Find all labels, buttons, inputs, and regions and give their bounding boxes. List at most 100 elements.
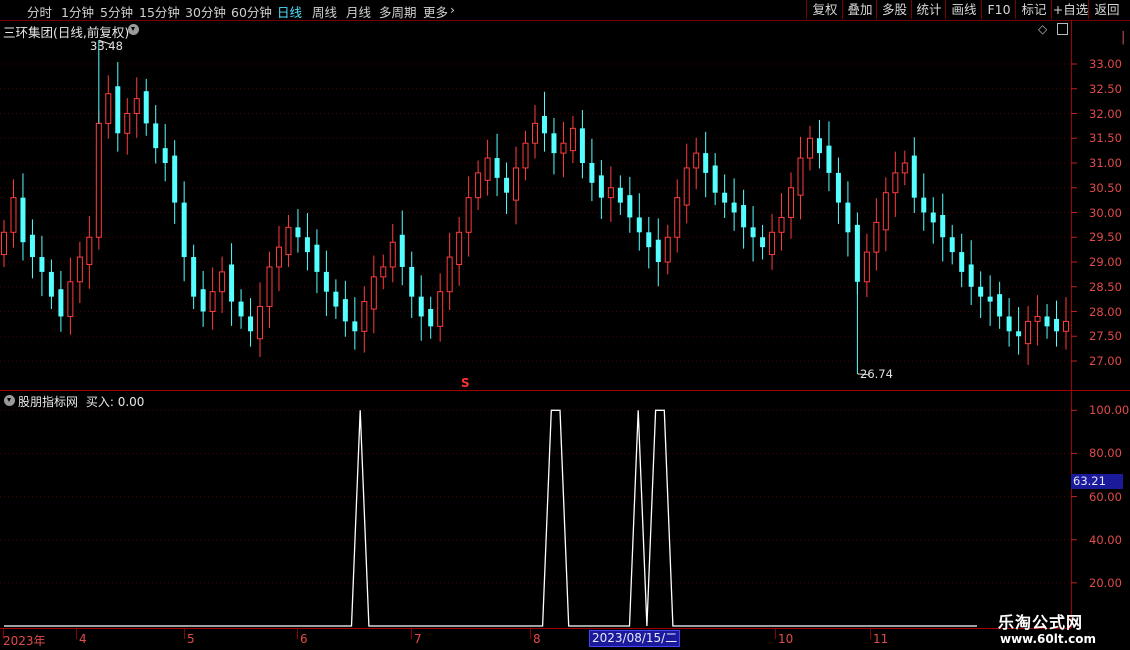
candle-body: [1054, 318, 1060, 332]
candle-body: [816, 138, 822, 154]
candle-body: [219, 271, 226, 293]
x-axis-separator: [530, 629, 531, 639]
x-axis-label: 2023年: [3, 634, 46, 648]
price-tick-label: 31.50: [1089, 131, 1122, 146]
candle-body: [209, 291, 216, 313]
candle-body: [806, 137, 813, 159]
candle-body: [655, 239, 661, 262]
candle-body: [760, 237, 766, 248]
candle-body: [788, 187, 795, 218]
candle-body: [275, 246, 282, 268]
indicator-tick-label: 60.00: [1089, 489, 1122, 504]
candle-body: [636, 217, 642, 233]
buy-signal-line: [4, 409, 977, 627]
candle-body: [484, 157, 491, 181]
candle-body: [835, 172, 841, 203]
price-tick-label: 28.50: [1089, 279, 1122, 294]
price-tick-label: 33.00: [1089, 57, 1122, 71]
candle-body: [418, 296, 424, 317]
candle-body: [162, 148, 168, 163]
candle-body: [959, 252, 965, 272]
candle-body: [124, 113, 131, 134]
candle-body: [646, 232, 652, 248]
candle-body: [863, 251, 870, 283]
candle-body: [153, 123, 159, 149]
candle-body: [342, 299, 348, 322]
indicator-tick-label: 40.00: [1089, 532, 1122, 547]
price-tick-label: 27.50: [1089, 329, 1122, 344]
indicator-tick-label: 80.00: [1089, 446, 1122, 461]
price-tick-label: 27.00: [1089, 354, 1122, 368]
chevron-down-icon[interactable]: [4, 395, 15, 406]
candle-body: [892, 172, 899, 194]
chart-canvas[interactable]: [0, 0, 1130, 650]
candle-body: [352, 321, 358, 332]
candle-body: [115, 86, 121, 134]
candle-body: [674, 197, 681, 238]
candle-body: [826, 145, 832, 173]
candle-body: [39, 257, 45, 272]
x-axis-label: 11: [873, 632, 889, 646]
price-tick-label: 28.00: [1089, 304, 1122, 319]
candle-body: [703, 153, 709, 173]
candle-body: [722, 192, 728, 203]
cursor-date-label: 2023/08/15/二: [589, 630, 681, 647]
candle-body: [465, 197, 472, 233]
candle-body: [882, 192, 889, 231]
candle-body: [664, 236, 671, 263]
candle-body: [513, 167, 520, 201]
x-axis-label: 10: [778, 632, 794, 646]
low-price-label: 26.74: [860, 367, 893, 381]
candle-body: [997, 294, 1003, 317]
candle-body: [940, 214, 946, 238]
indicator-buy-value: 买入: 0.00: [85, 395, 145, 409]
candle-body: [10, 197, 17, 233]
high-price-label: 33.48: [90, 39, 123, 53]
candle-body: [428, 309, 434, 327]
indicator-title: 股朋指标网 买入: 0.00: [18, 393, 144, 410]
candle-body: [532, 122, 538, 144]
candle-body: [133, 98, 140, 115]
candle-body: [797, 157, 804, 196]
candle-body: [693, 152, 700, 169]
candle-body: [58, 289, 64, 317]
candle-body: [551, 133, 557, 154]
candle-body: [541, 115, 547, 134]
candle-body: [105, 93, 112, 124]
candle-body: [437, 291, 444, 327]
candle-body: [978, 286, 984, 297]
watermark-title: 乐淘公式网: [998, 613, 1084, 632]
x-axis-label: 4: [79, 632, 87, 646]
x-axis-separator: [411, 629, 412, 639]
candle-body: [1034, 315, 1041, 322]
x-axis-separator: [76, 629, 77, 639]
candle-body: [683, 167, 690, 206]
indicator-name: 股朋指标网: [18, 395, 79, 409]
candle-body: [854, 224, 860, 282]
candle-body: [238, 301, 244, 317]
candle-body: [475, 172, 482, 199]
candle-body: [778, 216, 785, 233]
candle-body: [181, 202, 187, 258]
candle-body: [409, 266, 415, 297]
price-tick-label: 30.50: [1089, 180, 1122, 195]
indicator-current-value: 63.21: [1071, 474, 1123, 489]
candle-body: [248, 316, 254, 332]
candle-body: [589, 163, 595, 183]
x-axis-label: 6: [300, 632, 308, 646]
candle-body: [266, 266, 273, 308]
sell-signal-mark: S: [461, 376, 470, 390]
candle-body: [522, 142, 529, 169]
candle-body: [67, 281, 74, 317]
candle-body: [769, 231, 776, 256]
candle-body: [1063, 320, 1069, 332]
candle-body: [560, 142, 567, 154]
candle-body: [191, 257, 197, 297]
candle-body: [911, 155, 917, 198]
candle-body: [86, 236, 93, 265]
candle-body: [1016, 331, 1022, 337]
price-tick-label: 29.00: [1089, 255, 1122, 269]
side-panel-edge: |: [1121, 30, 1126, 45]
candle-body: [361, 301, 368, 332]
candle-body: [257, 306, 264, 340]
